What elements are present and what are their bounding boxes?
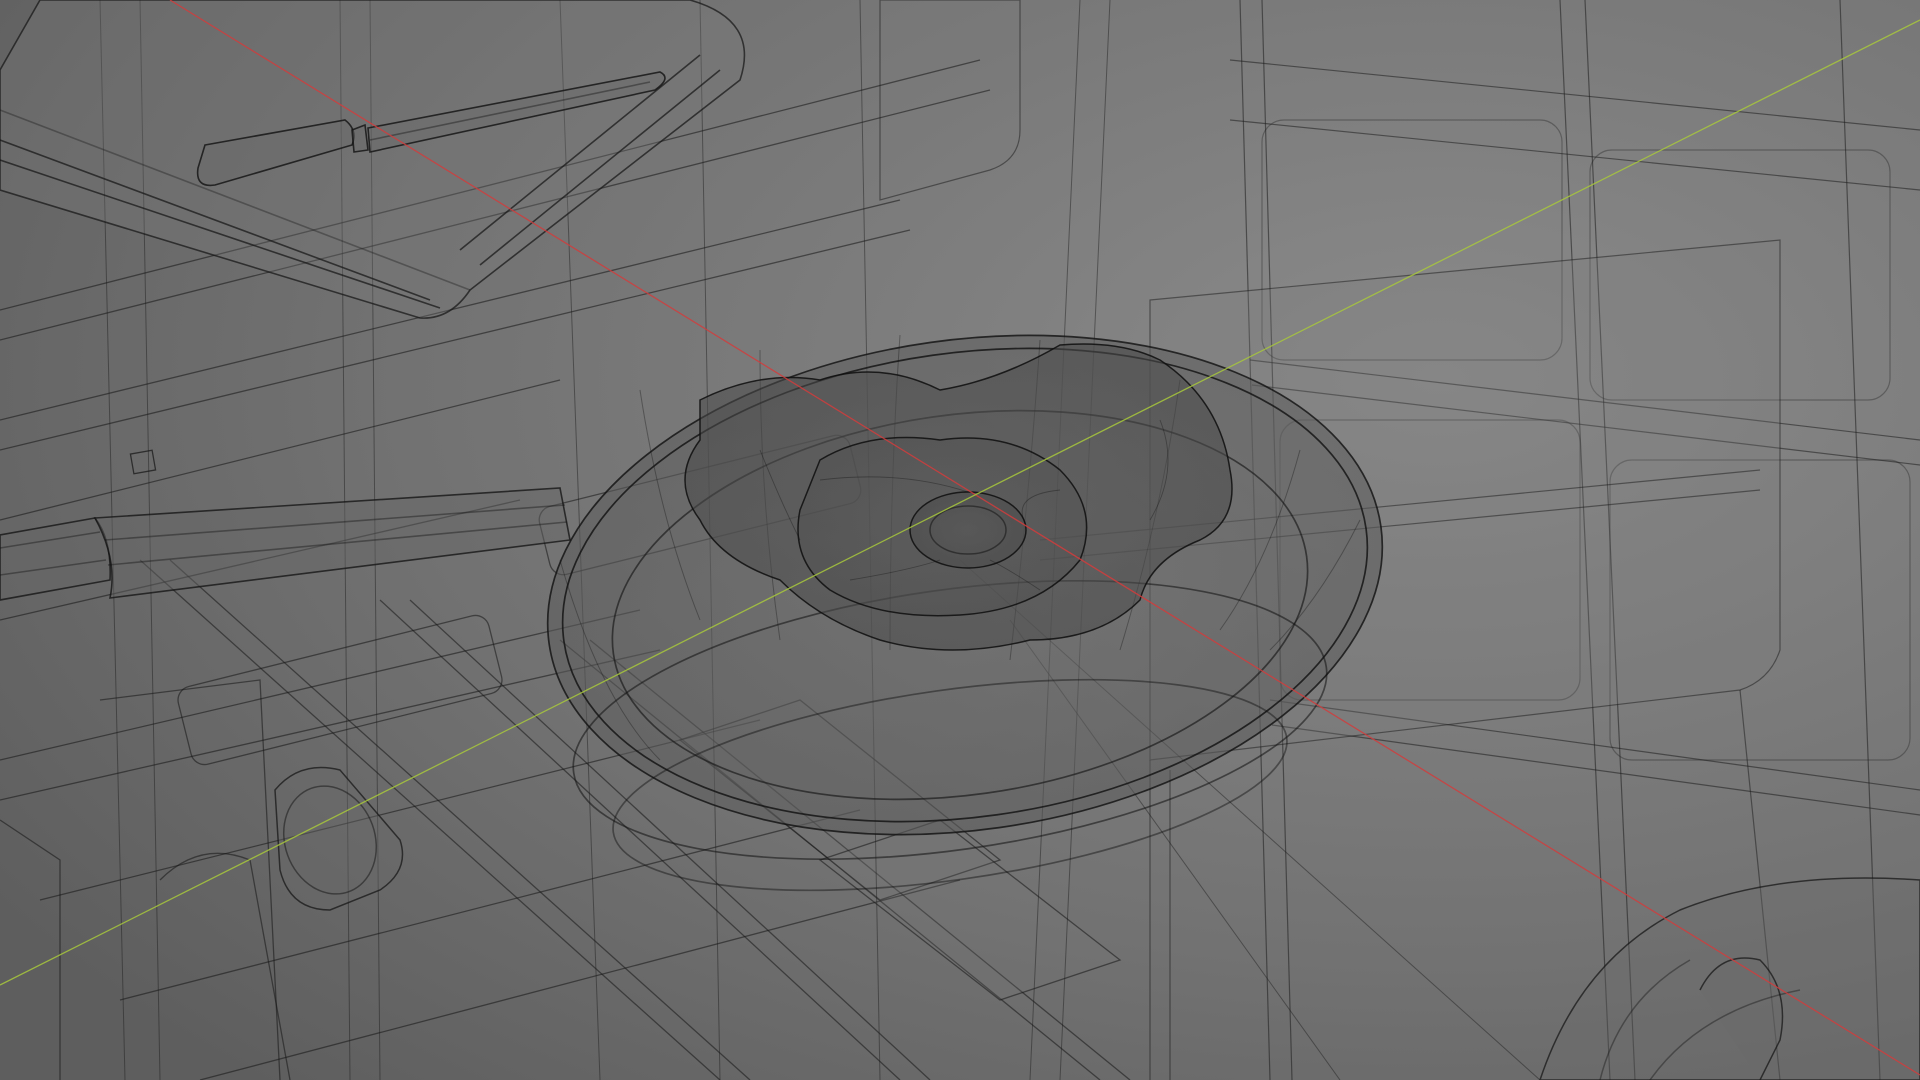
3d-viewport[interactable] (0, 0, 1920, 1080)
wireframe-scene[interactable] (0, 0, 1920, 1080)
egg-yolk[interactable] (909, 491, 1027, 569)
